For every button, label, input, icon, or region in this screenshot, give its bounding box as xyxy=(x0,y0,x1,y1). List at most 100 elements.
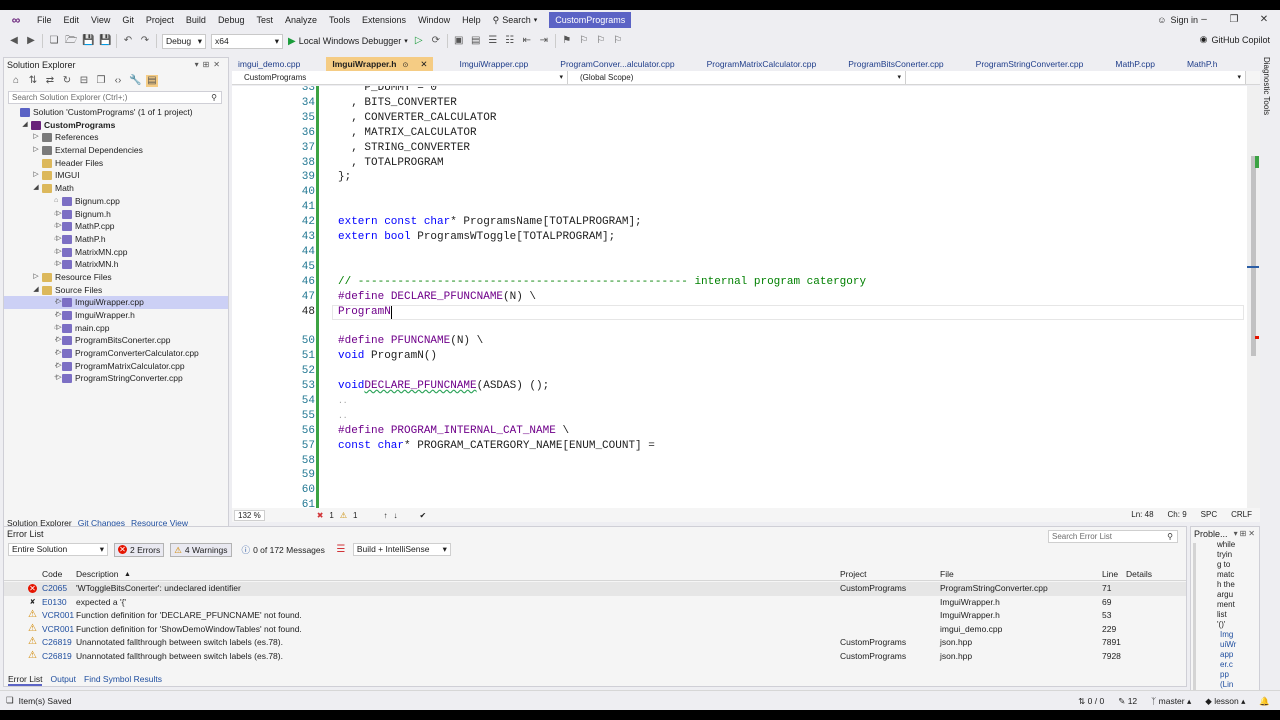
document-tab[interactable]: ProgramBitsConerter.cpp xyxy=(842,57,949,71)
column-project[interactable]: Project xyxy=(840,568,866,581)
scope-filter-select[interactable]: Entire Solution ▾ xyxy=(8,543,108,556)
tab-error-list[interactable]: Error List xyxy=(8,673,43,686)
bookmark-icon[interactable]: ⚑ xyxy=(561,35,573,47)
menu-item-window[interactable]: Window xyxy=(412,10,456,30)
tree-item[interactable]: ⌂ Bignum.cpp xyxy=(4,195,228,208)
menu-item-help[interactable]: Help xyxy=(456,10,487,30)
details-scrollbar[interactable] xyxy=(1193,543,1196,703)
sync-icon[interactable]: ↻ xyxy=(61,75,73,87)
start-without-debugging-icon[interactable]: ▷ xyxy=(413,35,425,47)
toolbox-icon[interactable]: ▣ xyxy=(453,35,465,47)
error-code[interactable]: VCR001 xyxy=(42,609,74,622)
tree-item[interactable]: ▷ ⌂ MatrixMN.h xyxy=(4,258,228,271)
pin-icon[interactable]: ⊙ xyxy=(402,62,408,69)
menu-item-project[interactable]: Project xyxy=(140,10,180,30)
expand-arrow-icon[interactable]: ▷ xyxy=(32,131,40,144)
member-dropdown[interactable]: ▾ xyxy=(906,71,1246,84)
expand-arrow-icon[interactable]: ◢ xyxy=(32,182,40,195)
tree-item[interactable]: ▷ IMGUI xyxy=(4,169,228,182)
column-description[interactable]: Description xyxy=(76,568,119,581)
details-link-line[interactable]: app xyxy=(1217,650,1236,660)
error-row[interactable]: ⚠ VCR001 Function definition for 'ShowDemo… xyxy=(4,623,1186,637)
new-project-icon[interactable]: ❏ xyxy=(48,35,60,47)
back-icon[interactable]: ◀ xyxy=(8,35,20,47)
menu-item-build[interactable]: Build xyxy=(180,10,212,30)
scope-dropdown[interactable]: (Global Scope) ▾ xyxy=(568,71,906,84)
error-row[interactable]: ⚠ C26819 Unannotated fallthrough between s… xyxy=(4,636,1186,650)
uncomment-icon[interactable]: ☷ xyxy=(504,35,516,47)
prev-bookmark-icon[interactable]: ⚐ xyxy=(578,35,590,47)
details-link-line[interactable]: Img xyxy=(1217,630,1236,640)
previous-issue-icon[interactable]: ↑ xyxy=(383,511,387,520)
open-folder-icon[interactable]: 🗁 xyxy=(65,35,77,47)
tree-item[interactable]: Solution 'CustomPrograms' (1 of 1 projec… xyxy=(4,106,228,119)
redo-icon[interactable]: ↷ xyxy=(139,35,151,47)
document-tab[interactable]: imgui_demo.cpp xyxy=(232,57,306,71)
details-link-line[interactable]: pp xyxy=(1217,670,1236,680)
notifications-icon[interactable]: 🔔 xyxy=(1259,696,1270,707)
document-tab[interactable]: ProgramMatrixCalculator.cpp xyxy=(701,57,823,71)
restore-button[interactable]: ❐ xyxy=(1224,10,1244,30)
platform-select[interactable]: x64 ▾ xyxy=(211,33,283,49)
expand-arrow-icon[interactable]: ▷ xyxy=(32,144,40,157)
error-code[interactable]: E0130 xyxy=(42,596,67,609)
configuration-select[interactable]: Debug ▾ xyxy=(162,33,206,49)
error-list-search-input[interactable]: Search Error List ⚲ xyxy=(1048,530,1178,543)
tree-item[interactable]: ▷ ⌂ main.cpp xyxy=(4,322,228,335)
forward-icon[interactable]: ▶ xyxy=(25,35,37,47)
error-icon[interactable]: ✖ xyxy=(317,511,324,520)
show-all-files-icon[interactable]: ❐ xyxy=(95,75,107,87)
tree-item[interactable]: ▷ ✓ ImguiWrapper.h xyxy=(4,309,228,322)
close-tab-icon[interactable]: ✕ xyxy=(420,59,427,69)
warnings-filter-button[interactable]: ⚠ 4 Warnings xyxy=(170,542,232,557)
tree-item[interactable]: ▷ ⌂ MatrixMN.cpp xyxy=(4,246,228,259)
tree-item[interactable]: ◢ CustomPrograms xyxy=(4,119,228,132)
solution-search-input[interactable]: Search Solution Explorer (Ctrl+;) ⚲ xyxy=(8,91,222,104)
zoom-level[interactable]: 132 % xyxy=(234,509,265,521)
error-code[interactable]: C26819 xyxy=(42,650,72,663)
menu-item-analyze[interactable]: Analyze xyxy=(279,10,323,30)
tree-item[interactable]: Header Files xyxy=(4,157,228,170)
tree-item[interactable]: ▷ ✓ ProgramMatrixCalculator.cpp xyxy=(4,360,228,373)
column-line[interactable]: Line xyxy=(1102,568,1118,581)
view-code-icon[interactable]: ‹› xyxy=(112,75,124,87)
menu-item-tools[interactable]: Tools xyxy=(323,10,356,30)
line-ending[interactable]: CRLF xyxy=(1231,508,1252,522)
details-link-line[interactable]: uiWr xyxy=(1217,640,1236,650)
diagnostic-tools-tab[interactable]: Diagnostic Tools xyxy=(1262,57,1276,137)
clear-filter-icon[interactable]: ☰ xyxy=(335,544,347,556)
tree-item[interactable]: ▷ Resource Files xyxy=(4,271,228,284)
menu-item-view[interactable]: View xyxy=(85,10,116,30)
minimize-button[interactable]: – xyxy=(1194,10,1214,30)
code-cleanup-icon[interactable]: ✔ xyxy=(419,511,426,520)
menu-item-edit[interactable]: Edit xyxy=(58,10,86,30)
switch-views-icon[interactable]: ⇅ xyxy=(27,75,39,87)
tree-item[interactable]: ▷ ✓ ImguiWrapper.cpp xyxy=(4,296,228,309)
document-tab[interactable]: ImguiWrapper.h ⊙ ✕ xyxy=(326,57,434,71)
error-row[interactable]: ⚠ VCR001 Function definition for 'DECLARE_… xyxy=(4,609,1186,623)
column-code[interactable]: Code xyxy=(42,568,62,581)
messages-filter-button[interactable]: ⓘ 0 of 172 Messages xyxy=(238,543,329,557)
document-tab[interactable]: ImguiWrapper.cpp xyxy=(453,57,534,71)
tree-item[interactable]: ◢ Math xyxy=(4,182,228,195)
document-tab[interactable]: ProgramConver...alculator.cpp xyxy=(554,57,680,71)
hot-reload-icon[interactable]: ⟳ xyxy=(430,35,442,47)
expand-arrow-icon[interactable]: ▷ xyxy=(32,169,40,182)
repo-indicator[interactable]: ◆ lesson ▴ xyxy=(1205,696,1245,707)
tree-item[interactable]: ▷ References xyxy=(4,131,228,144)
error-code[interactable]: VCR001 xyxy=(42,623,74,636)
tree-item[interactable]: ▷ ✓ ProgramConverterCalculator.cpp xyxy=(4,347,228,360)
column-details[interactable]: Details xyxy=(1126,568,1152,581)
expand-arrow-icon[interactable]: ◢ xyxy=(32,284,40,297)
error-code[interactable]: C26819 xyxy=(42,636,72,649)
menu-item-extensions[interactable]: Extensions xyxy=(356,10,412,30)
next-bookmark-icon[interactable]: ⚐ xyxy=(595,35,607,47)
line-number[interactable]: Ln: 48 xyxy=(1131,508,1153,522)
close-button[interactable]: ✕ xyxy=(1254,10,1274,30)
save-icon[interactable]: 💾 xyxy=(82,35,94,47)
comment-icon[interactable]: ☰ xyxy=(487,35,499,47)
warning-icon[interactable]: ⚠ xyxy=(340,511,347,520)
preview-icon[interactable]: ▤ xyxy=(146,75,158,87)
tree-item[interactable]: ▷ ✓ ProgramBitsConerter.cpp xyxy=(4,334,228,347)
scrollbar-thumb[interactable] xyxy=(1251,156,1256,356)
